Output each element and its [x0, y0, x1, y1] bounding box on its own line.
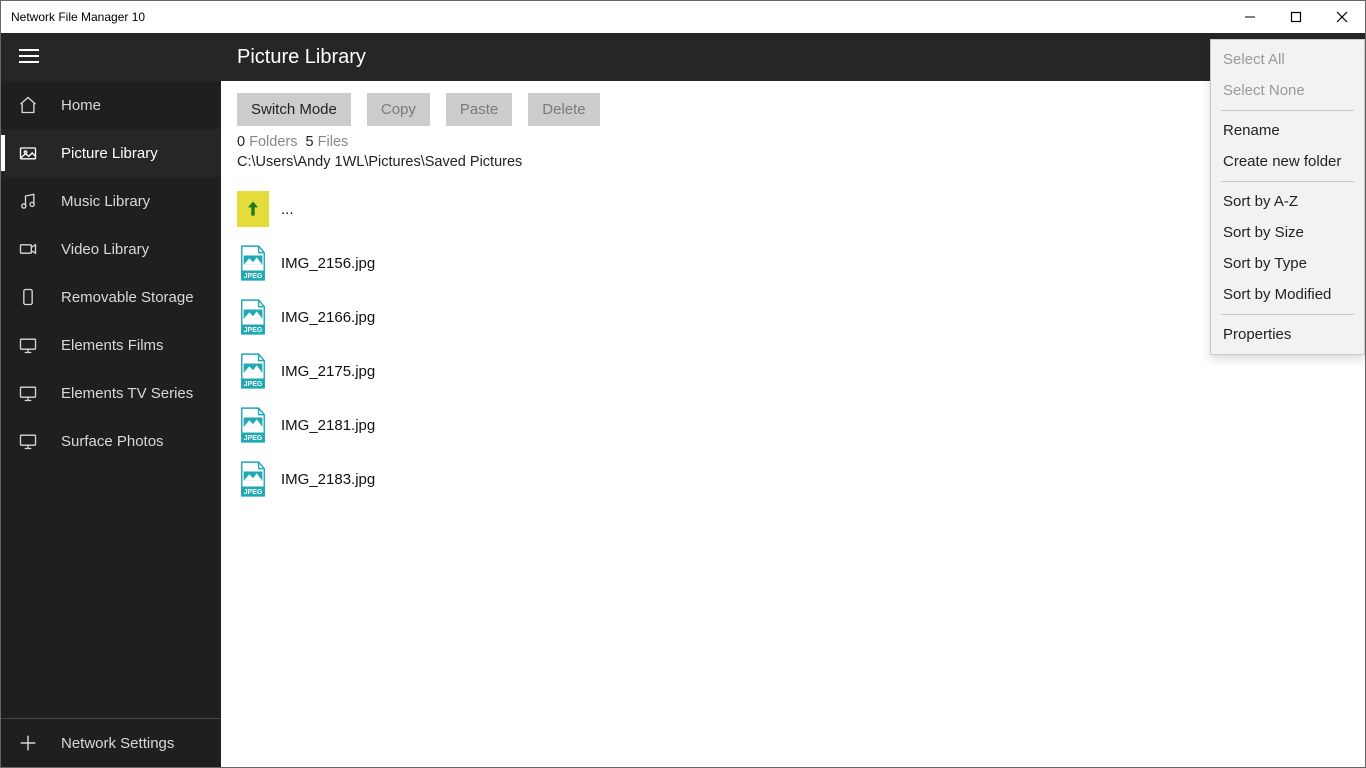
file-list: ... JPEG IMG_2156.jpg JPEG IMG_2166.jpg …: [221, 182, 1365, 506]
video-icon: [17, 238, 39, 260]
hamburger-icon: [19, 49, 39, 66]
music-icon: [17, 190, 39, 212]
menu-sort-type[interactable]: Sort by Type: [1211, 248, 1364, 279]
sidebar-item-surface-photos[interactable]: Surface Photos: [1, 417, 221, 465]
jpeg-file-icon: JPEG: [237, 460, 269, 498]
file-row[interactable]: JPEG IMG_2166.jpg: [231, 290, 1355, 344]
plus-icon: [17, 732, 39, 754]
menu-divider: [1221, 181, 1354, 182]
sidebar: Home Picture Library Music Library Video…: [1, 33, 221, 767]
sidebar-item-picture-library[interactable]: Picture Library: [1, 129, 221, 177]
menu-select-none[interactable]: Select None: [1211, 75, 1364, 106]
nav-list: Home Picture Library Music Library Video…: [1, 81, 221, 718]
jpeg-file-icon: JPEG: [237, 406, 269, 444]
svg-text:JPEG: JPEG: [244, 435, 263, 442]
page-title: Picture Library: [237, 46, 366, 69]
sidebar-item-network-settings[interactable]: Network Settings: [1, 719, 221, 767]
main-pane: Picture Library ⋯ Switch Mode Copy Paste…: [221, 33, 1365, 767]
paste-button[interactable]: Paste: [446, 93, 512, 126]
current-path: C:\Users\Andy 1WL\Pictures\Saved Picture…: [221, 154, 1365, 182]
sidebar-item-label: Elements TV Series: [61, 385, 193, 402]
folder-up-label: ...: [281, 201, 294, 218]
svg-text:JPEG: JPEG: [244, 327, 263, 334]
status-line: 0 Folders 5 Files: [221, 134, 1365, 154]
sidebar-item-label: Network Settings: [61, 735, 174, 752]
hamburger-button[interactable]: [1, 33, 221, 81]
jpeg-file-icon: JPEG: [237, 244, 269, 282]
sidebar-item-home[interactable]: Home: [1, 81, 221, 129]
copy-button[interactable]: Copy: [367, 93, 430, 126]
monitor-icon: [17, 334, 39, 356]
menu-rename[interactable]: Rename: [1211, 115, 1364, 146]
context-menu: Select All Select None Rename Create new…: [1210, 39, 1365, 355]
menu-sort-size[interactable]: Sort by Size: [1211, 217, 1364, 248]
sidebar-item-label: Elements Films: [61, 337, 164, 354]
picture-icon: [17, 142, 39, 164]
file-name: IMG_2175.jpg: [281, 363, 375, 380]
menu-create-folder[interactable]: Create new folder: [1211, 146, 1364, 177]
svg-text:JPEG: JPEG: [244, 273, 263, 280]
monitor-icon: [17, 430, 39, 452]
sidebar-item-video-library[interactable]: Video Library: [1, 225, 221, 273]
file-name: IMG_2183.jpg: [281, 471, 375, 488]
folders-label: Folders: [249, 134, 297, 150]
file-name: IMG_2181.jpg: [281, 417, 375, 434]
menu-sort-modified[interactable]: Sort by Modified: [1211, 279, 1364, 310]
storage-icon: [17, 286, 39, 308]
sidebar-item-label: Music Library: [61, 193, 150, 210]
close-button[interactable]: [1319, 1, 1365, 33]
file-row[interactable]: JPEG IMG_2175.jpg: [231, 344, 1355, 398]
svg-text:JPEG: JPEG: [244, 489, 263, 496]
menu-select-all[interactable]: Select All: [1211, 44, 1364, 75]
window-titlebar: Network File Manager 10: [1, 1, 1365, 33]
menu-properties[interactable]: Properties: [1211, 319, 1364, 350]
home-icon: [17, 94, 39, 116]
sidebar-item-removable-storage[interactable]: Removable Storage: [1, 273, 221, 321]
sidebar-item-label: Surface Photos: [61, 433, 164, 450]
file-name: IMG_2156.jpg: [281, 255, 375, 272]
files-count: 5: [306, 134, 314, 150]
files-label: Files: [318, 134, 349, 150]
jpeg-file-icon: JPEG: [237, 352, 269, 390]
sidebar-item-label: Removable Storage: [61, 289, 194, 306]
content-header: Picture Library ⋯: [221, 33, 1365, 81]
menu-divider: [1221, 314, 1354, 315]
toolbar: Switch Mode Copy Paste Delete: [221, 81, 1365, 134]
sidebar-item-label: Home: [61, 97, 101, 114]
switch-mode-button[interactable]: Switch Mode: [237, 93, 351, 126]
menu-sort-az[interactable]: Sort by A-Z: [1211, 186, 1364, 217]
folder-up-row[interactable]: ...: [231, 182, 1355, 236]
folders-count: 0: [237, 134, 245, 150]
window-title: Network File Manager 10: [11, 10, 145, 24]
menu-divider: [1221, 110, 1354, 111]
file-row[interactable]: JPEG IMG_2181.jpg: [231, 398, 1355, 452]
sidebar-item-label: Picture Library: [61, 145, 158, 162]
window-controls: [1227, 1, 1365, 33]
sidebar-item-label: Video Library: [61, 241, 149, 258]
file-name: IMG_2166.jpg: [281, 309, 375, 326]
minimize-button[interactable]: [1227, 1, 1273, 33]
file-row[interactable]: JPEG IMG_2156.jpg: [231, 236, 1355, 290]
file-row[interactable]: JPEG IMG_2183.jpg: [231, 452, 1355, 506]
sidebar-item-elements-tv-series[interactable]: Elements TV Series: [1, 369, 221, 417]
svg-text:JPEG: JPEG: [244, 381, 263, 388]
jpeg-file-icon: JPEG: [237, 298, 269, 336]
delete-button[interactable]: Delete: [528, 93, 599, 126]
sidebar-item-elements-films[interactable]: Elements Films: [1, 321, 221, 369]
maximize-button[interactable]: [1273, 1, 1319, 33]
sidebar-item-music-library[interactable]: Music Library: [1, 177, 221, 225]
monitor-icon: [17, 382, 39, 404]
folder-up-icon: [237, 190, 269, 228]
